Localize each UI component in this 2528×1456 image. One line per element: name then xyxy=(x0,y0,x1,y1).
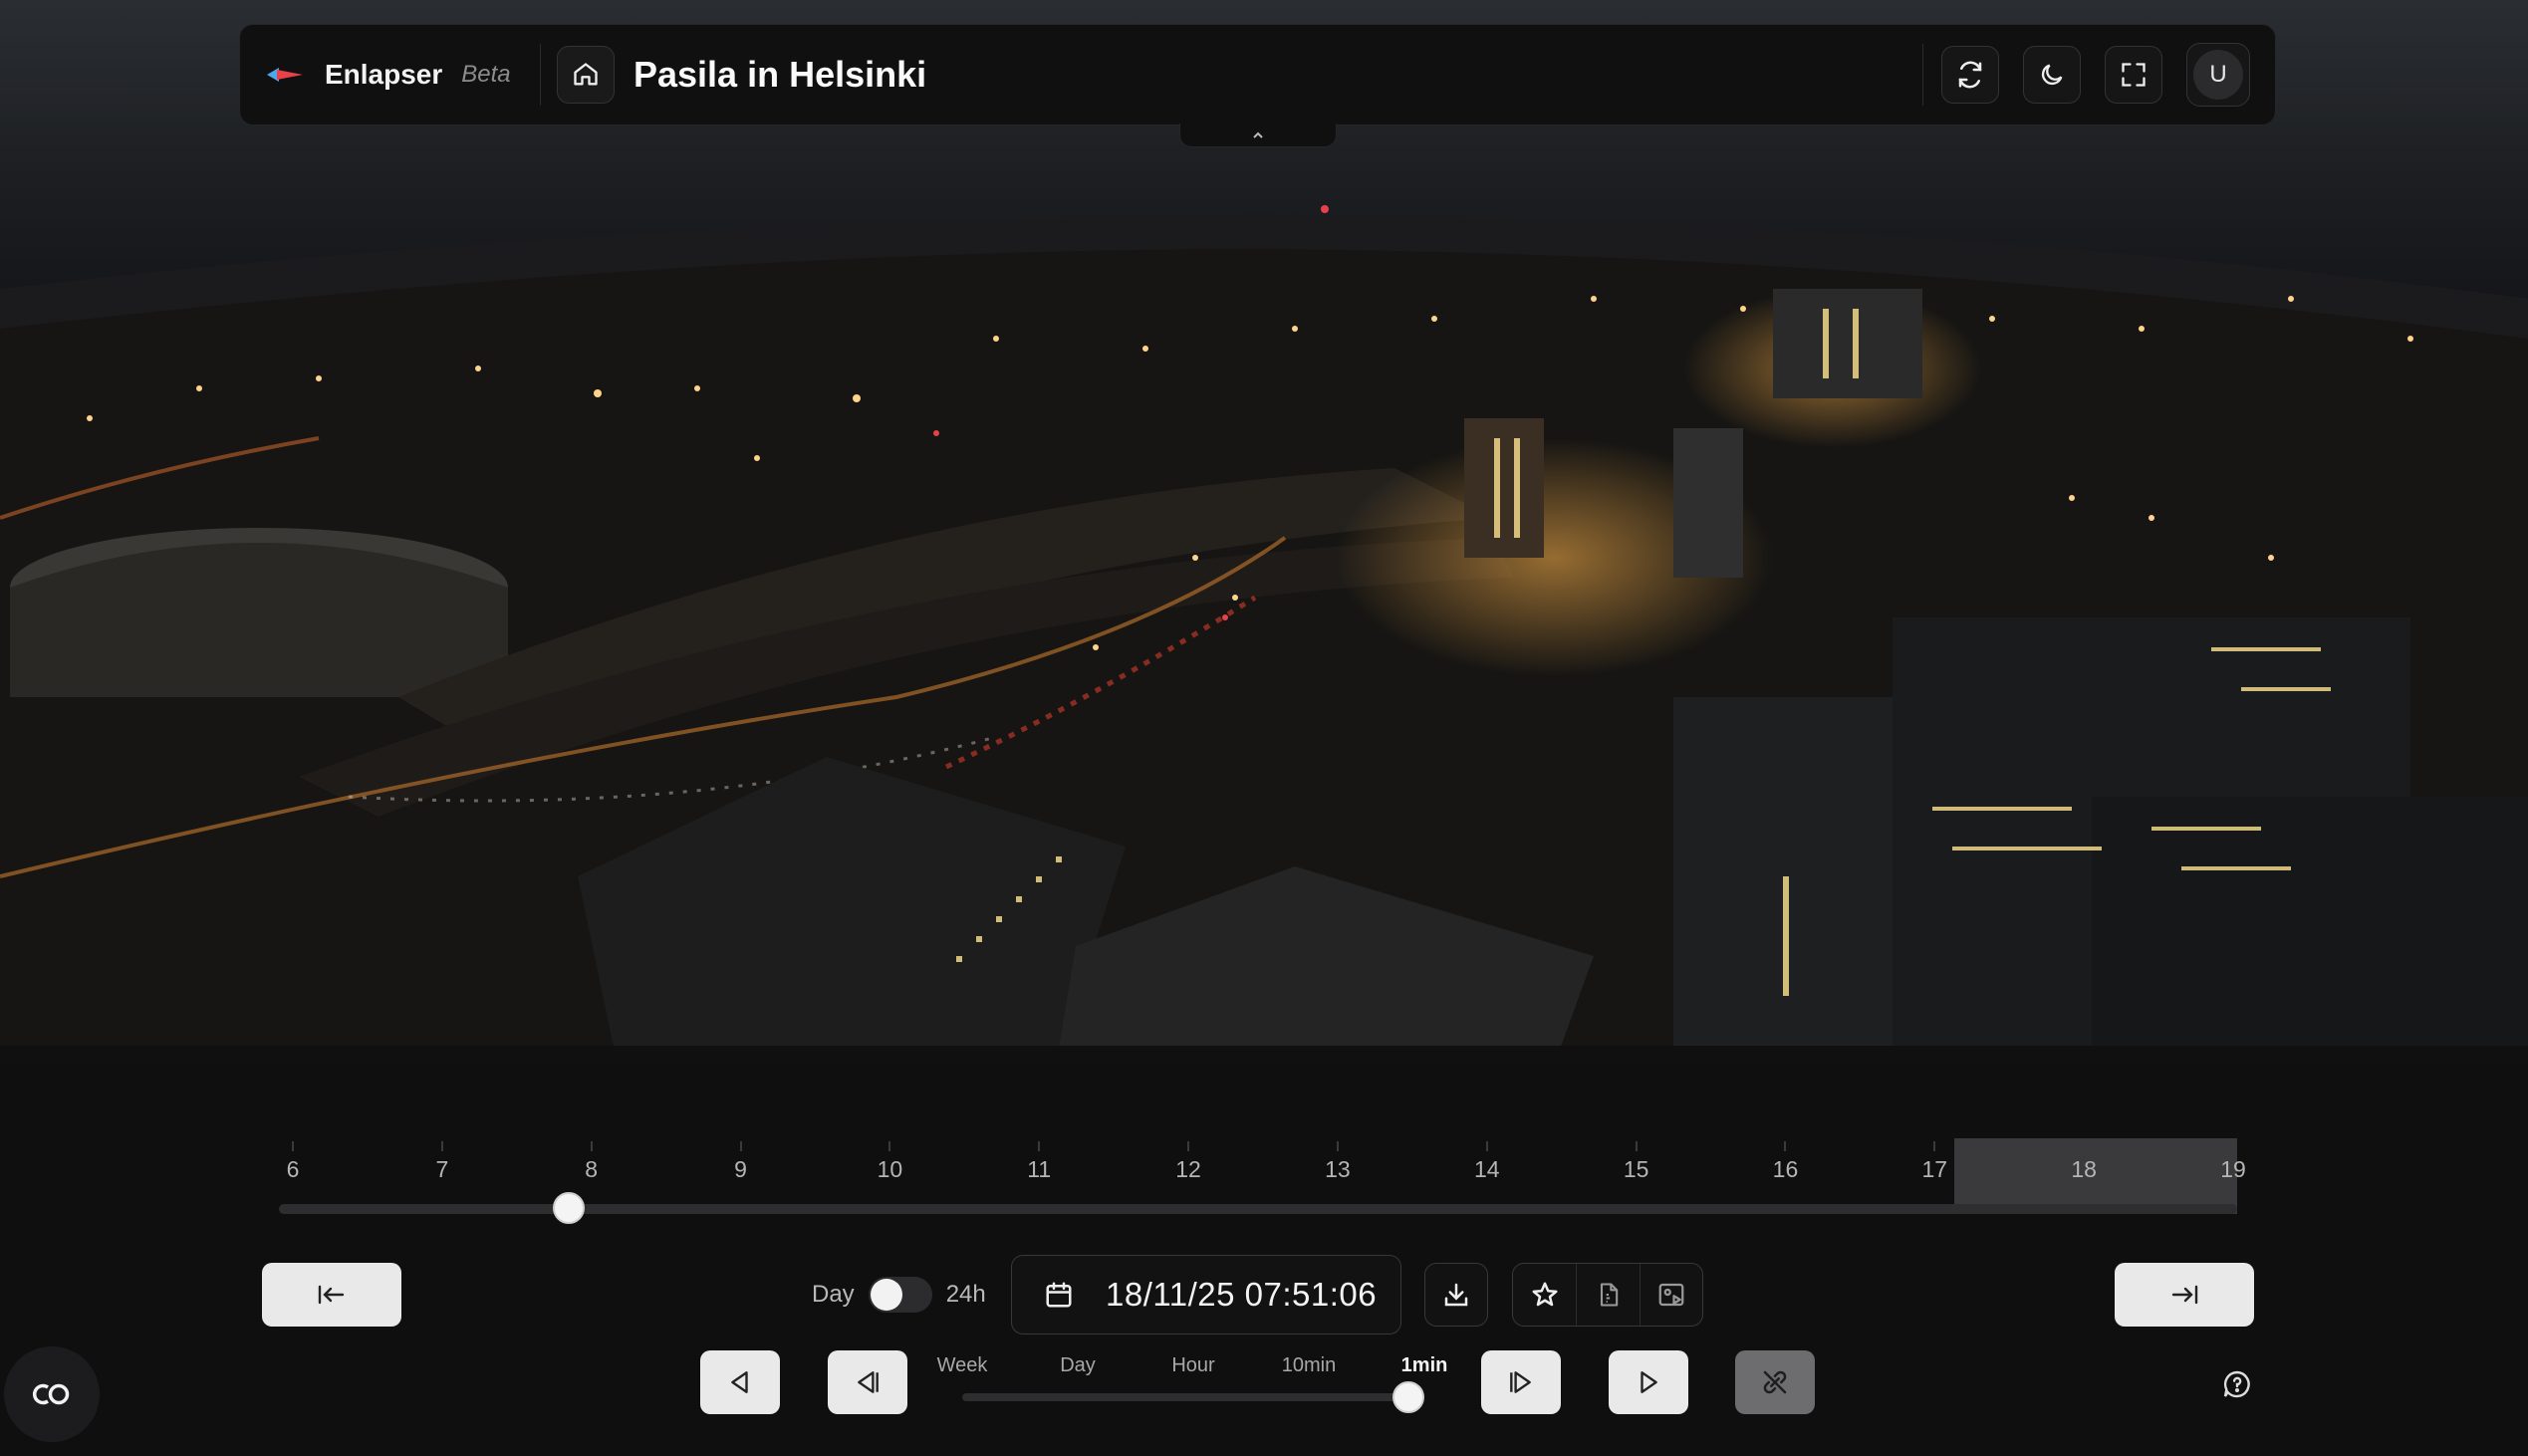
timeline-tick xyxy=(1187,1141,1190,1151)
timeline-hour-label: 6 xyxy=(286,1156,300,1182)
timeline-hour-label: 17 xyxy=(1921,1156,1948,1182)
toggle-label-day: Day xyxy=(812,1281,855,1308)
timeline-tick xyxy=(1038,1141,1041,1151)
divider xyxy=(1922,44,1923,106)
jump-to-start-icon xyxy=(318,1285,345,1305)
step-option-10min[interactable]: 10min xyxy=(1282,1354,1336,1377)
refresh-icon xyxy=(1958,61,1982,89)
step-forward-icon xyxy=(1641,1371,1657,1393)
step-forward-button[interactable] xyxy=(1609,1350,1688,1414)
divider xyxy=(540,44,541,106)
brand[interactable]: Enlapser Beta xyxy=(240,25,540,124)
city-night-scene xyxy=(0,0,2528,1066)
timeline-tick xyxy=(2232,1141,2234,1151)
timeline-hour-label: 8 xyxy=(585,1156,599,1182)
sync-link-button[interactable] xyxy=(1735,1350,1815,1414)
play-forward-button[interactable] xyxy=(1481,1350,1561,1414)
export-file-button[interactable] xyxy=(1576,1264,1639,1326)
refresh-button[interactable] xyxy=(1941,46,1999,104)
timeline-tick xyxy=(440,1141,443,1151)
timeline-tick xyxy=(2083,1141,2086,1151)
timeline-hour-label: 18 xyxy=(2071,1156,2097,1182)
home-button[interactable] xyxy=(557,46,615,104)
day-24h-toggle[interactable]: Day 24h xyxy=(812,1273,986,1317)
fullscreen-button[interactable] xyxy=(2105,46,2162,104)
timeline-tick xyxy=(292,1141,294,1151)
timeline-hour-label: 7 xyxy=(435,1156,449,1182)
play-forward-icon xyxy=(1510,1371,1531,1393)
timeline-tick xyxy=(888,1141,891,1151)
timeline-hour-label: 19 xyxy=(2220,1156,2246,1182)
fullscreen-icon xyxy=(2122,63,2146,87)
timeline-tick xyxy=(1933,1141,1936,1151)
theme-toggle-button[interactable] xyxy=(2023,46,2081,104)
help-icon xyxy=(2223,1370,2250,1398)
user-menu-button[interactable]: U xyxy=(2186,43,2250,107)
toggle-switch[interactable] xyxy=(868,1277,932,1313)
download-button[interactable] xyxy=(1424,1263,1488,1327)
file-export-icon xyxy=(1600,1283,1618,1307)
loop-badge-button[interactable] xyxy=(4,1346,100,1442)
favorite-button[interactable] xyxy=(1513,1264,1576,1326)
timeline-hour-label: 10 xyxy=(877,1156,903,1182)
calendar-icon xyxy=(1044,1280,1074,1310)
timeline-hour-label: 16 xyxy=(1772,1156,1799,1182)
avatar: U xyxy=(2193,50,2243,100)
step-size-labels: Week Day Hour 10min 1min xyxy=(936,1354,1454,1378)
datetime-picker[interactable]: 18/11/25 07:51:06 xyxy=(1011,1255,1401,1335)
jump-to-start-button[interactable] xyxy=(262,1263,401,1327)
collapse-header-button[interactable] xyxy=(1179,123,1337,147)
beta-badge: Beta xyxy=(461,61,511,88)
step-back-icon xyxy=(731,1371,748,1393)
chevron-up-icon xyxy=(1253,131,1263,138)
help-button[interactable] xyxy=(2217,1364,2257,1404)
timeline-hour-label: 11 xyxy=(1027,1156,1052,1182)
timeline-hour-label: 13 xyxy=(1325,1156,1351,1182)
image-export-icon xyxy=(1658,1283,1684,1307)
timeline-tick xyxy=(1485,1141,1488,1151)
step-option-week[interactable]: Week xyxy=(937,1354,988,1377)
timeline-tick xyxy=(1784,1141,1787,1151)
export-image-button[interactable] xyxy=(1639,1264,1702,1326)
export-tools xyxy=(1512,1263,1703,1327)
page-title: Pasila in Helsinki xyxy=(633,54,927,95)
home-icon xyxy=(574,63,598,86)
enlapser-logo-icon xyxy=(267,68,303,82)
timeline-hour-label: 15 xyxy=(1623,1156,1649,1182)
timeline-tick xyxy=(1336,1141,1339,1151)
datetime-value: 18/11/25 07:51:06 xyxy=(1106,1276,1378,1313)
play-backward-icon xyxy=(858,1371,879,1393)
step-option-day[interactable]: Day xyxy=(1060,1354,1096,1377)
timeline-tick xyxy=(1635,1141,1638,1151)
step-option-hour[interactable]: Hour xyxy=(1171,1354,1214,1377)
timeline-tick xyxy=(739,1141,742,1151)
app-name: Enlapser xyxy=(325,59,443,90)
star-icon xyxy=(1532,1282,1558,1307)
timeline-tick xyxy=(590,1141,593,1151)
top-actions: U xyxy=(1922,25,2275,124)
play-backward-button[interactable] xyxy=(828,1350,907,1414)
link-off-icon xyxy=(1763,1370,1787,1394)
toggle-label-24h: 24h xyxy=(945,1281,986,1308)
jump-to-end-icon xyxy=(2171,1285,2198,1305)
timeline-hour-label: 14 xyxy=(1473,1156,1500,1182)
timeline-hour-label: 12 xyxy=(1175,1156,1201,1182)
step-size-track[interactable] xyxy=(962,1393,1408,1401)
download-icon xyxy=(1444,1283,1468,1307)
jump-to-end-button[interactable] xyxy=(2115,1263,2254,1327)
timeline-hour-label: 9 xyxy=(734,1156,747,1182)
step-option-1min[interactable]: 1min xyxy=(1401,1354,1448,1377)
timeline-thumb[interactable] xyxy=(553,1192,585,1224)
step-back-button[interactable] xyxy=(700,1350,780,1414)
top-bar: Enlapser Beta Pasila in Helsinki U xyxy=(239,24,2276,125)
camera-image xyxy=(0,0,2528,1066)
loop-badge-icon xyxy=(32,1383,70,1405)
moon-icon xyxy=(2041,64,2063,86)
step-size-thumb[interactable] xyxy=(1392,1381,1424,1413)
